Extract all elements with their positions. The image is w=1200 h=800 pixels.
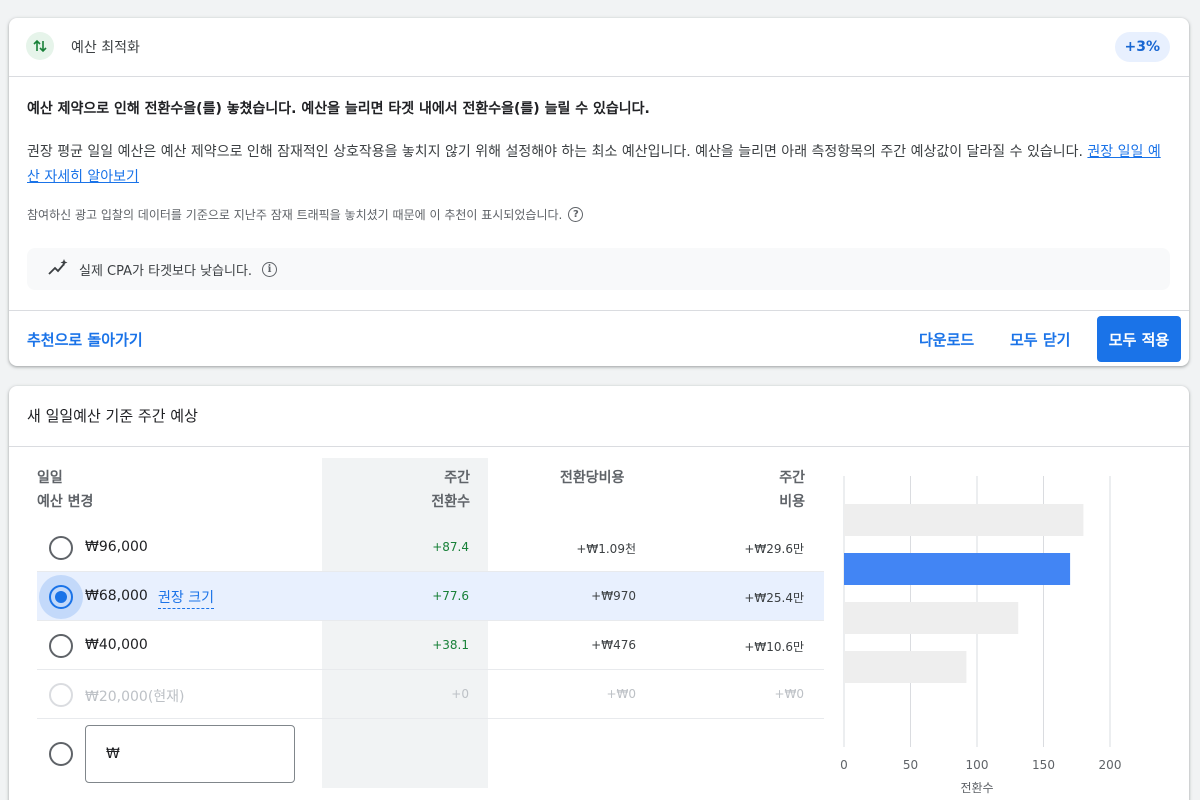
x-tick-label: 100	[966, 758, 989, 772]
help-icon[interactable]: ?	[568, 207, 584, 222]
weekly-conversions: +0	[451, 687, 469, 701]
recommendation-headline: 예산 제약으로 인해 전환수을(를) 놓쳤습니다. 예산을 늘리면 타겟 내에서…	[27, 101, 650, 117]
card-title: 예산 최적화	[71, 40, 140, 56]
budget-column-header: 일일 예산 변경	[37, 470, 94, 510]
chart-bar	[844, 504, 1084, 536]
chart-bar	[844, 602, 1019, 634]
cpa-info-box: 실제 CPA가 타겟보다 낮습니다. i	[27, 248, 1170, 290]
custom-budget-input[interactable]: ₩	[85, 725, 295, 783]
weekly-cost: +₩0	[774, 687, 804, 701]
x-tick-label: 0	[840, 758, 848, 772]
back-to-recommendations-link[interactable]: 추천으로 돌아가기	[27, 329, 143, 350]
budget-option-row[interactable]: ₩68,000 권장 크기 +77.6 +₩970 +₩25.4만	[37, 572, 824, 621]
apply-all-button[interactable]: 모두 적용	[1097, 316, 1181, 362]
uplift-badge: +3%	[1114, 32, 1170, 62]
radio-button[interactable]	[49, 634, 73, 658]
weekly-cost: +₩25.4만	[744, 591, 804, 605]
weekly-forecast-card: 새 일일예산 기준 주간 예상 일일 예산 변경 주간 전환수 전환당비용 주간…	[9, 386, 1189, 800]
radio-button[interactable]	[49, 585, 73, 609]
custom-budget-row[interactable]: ₩	[37, 719, 824, 789]
description-text: 권장 평균 일일 예산은 예산 제약으로 인해 잠재적인 상호작용을 놓치지 않…	[27, 144, 1088, 160]
divider	[9, 446, 1189, 447]
weekly-cost: +₩10.6만	[744, 640, 804, 654]
budget-amount: ₩20,000(현재)	[85, 689, 185, 705]
dismiss-all-button[interactable]: 모두 닫기	[1010, 329, 1070, 350]
cost-per-conversion: +₩1.09천	[576, 542, 636, 556]
cost-per-conversion: +₩476	[591, 638, 636, 652]
budget-amount: ₩96,000	[85, 539, 148, 555]
radio-button[interactable]	[49, 742, 73, 766]
budget-option-row[interactable]: ₩96,000 +87.4 +₩1.09천 +₩29.6만	[37, 523, 824, 572]
forecast-title: 새 일일예산 기준 주간 예상	[27, 407, 198, 425]
weekly-conversions: +77.6	[432, 589, 469, 603]
divider	[9, 76, 1189, 77]
radio-button[interactable]	[49, 536, 73, 560]
cpa-column-header: 전환당비용	[560, 470, 625, 486]
budget-amount: ₩68,000	[85, 588, 148, 604]
budget-option-row[interactable]: ₩40,000 +38.1 +₩476 +₩10.6만	[37, 621, 824, 670]
budget-amount: ₩40,000	[85, 637, 148, 653]
x-tick-label: 200	[1099, 758, 1122, 772]
divider	[9, 310, 1189, 311]
cost-per-conversion: +₩970	[591, 589, 636, 603]
conversions-bar-chart: 0 50 100 150 200 전환수	[840, 476, 1122, 795]
recommendation-description: 권장 평균 일일 예산은 예산 제약으로 인해 잠재적인 상호작용을 놓치지 않…	[27, 140, 1167, 190]
weekly-conversions: +87.4	[432, 540, 469, 554]
budget-option-row-current: ₩20,000(현재) +0 +₩0 +₩0	[37, 670, 824, 719]
weekly-cost: +₩29.6만	[744, 542, 804, 556]
radio-button-disabled	[49, 683, 73, 707]
conversions-column-header: 주간 전환수	[431, 470, 470, 510]
chart-bar	[844, 553, 1071, 585]
sparkle-trend-icon	[47, 258, 69, 280]
cpa-info-text: 실제 CPA가 타겟보다 낮습니다.	[79, 263, 253, 279]
weekly-conversions: +38.1	[432, 638, 469, 652]
card-header: 예산 최적화 +3%	[9, 18, 1189, 76]
cost-per-conversion: +₩0	[606, 687, 636, 701]
download-button[interactable]: 다운로드	[919, 329, 974, 350]
recommended-size-tag[interactable]: 권장 크기	[158, 587, 214, 609]
info-icon[interactable]: i	[262, 261, 278, 277]
x-tick-label: 50	[903, 758, 918, 772]
x-tick-label: 150	[1032, 758, 1055, 772]
reason-note: 참여하신 광고 입찰의 데이터를 기준으로 지난주 잠재 트래픽을 놓치셨기 때…	[27, 206, 584, 223]
chart-bar	[844, 651, 967, 683]
x-axis-label: 전환수	[960, 781, 993, 795]
trending-arrows-icon	[26, 32, 54, 60]
budget-optimization-card: 예산 최적화 +3% 예산 제약으로 인해 전환수을(를) 놓쳤습니다. 예산을…	[9, 18, 1189, 366]
reason-note-text: 참여하신 광고 입찰의 데이터를 기준으로 지난주 잠재 트래픽을 놓치셨기 때…	[27, 208, 563, 222]
cost-column-header: 주간 비용	[779, 470, 805, 510]
